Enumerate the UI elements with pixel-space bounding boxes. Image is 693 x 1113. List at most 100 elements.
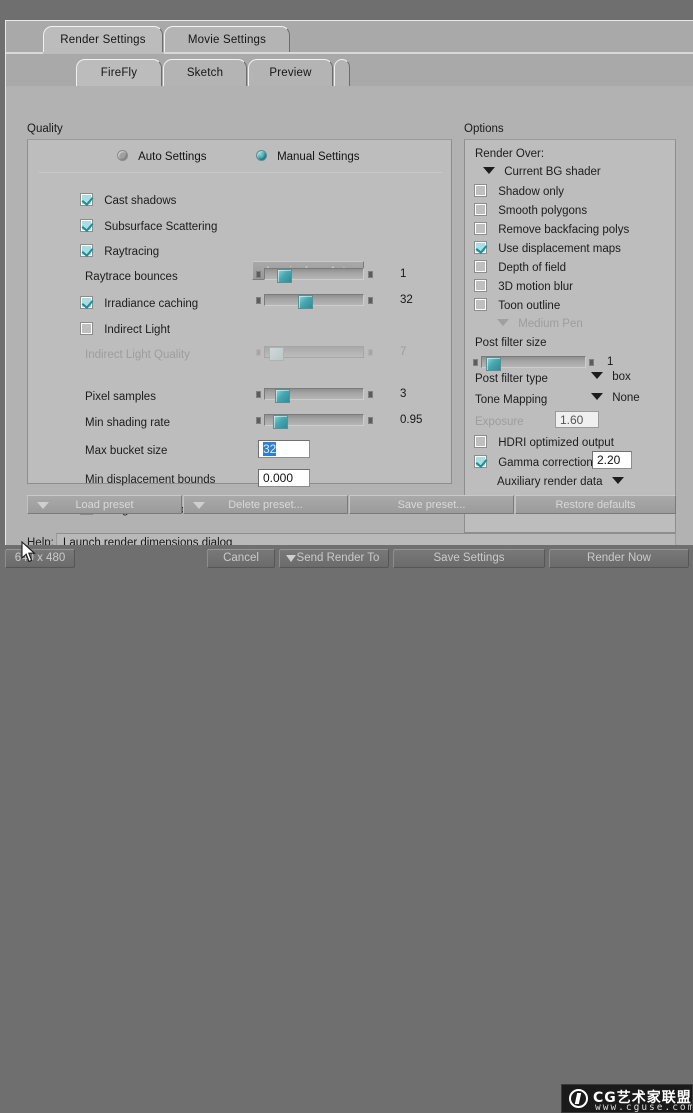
radio-manual-settings-dot xyxy=(256,150,267,161)
checkbox-depth-of-field[interactable]: Depth of field xyxy=(474,260,566,274)
min-shading-rate-slider[interactable] xyxy=(256,413,386,429)
save-settings-button[interactable]: Save Settings xyxy=(393,549,545,568)
checkbox-shadow-only[interactable]: Shadow only xyxy=(474,184,565,198)
render-dimensions-button[interactable]: 640 x 480 xyxy=(5,549,75,568)
render-now-button[interactable]: Render Now xyxy=(549,549,689,568)
post-filter-size-slider[interactable] xyxy=(473,355,603,371)
tone-mapping-label: Tone Mapping xyxy=(475,394,548,406)
irradiance-caching-slider[interactable] xyxy=(256,293,386,309)
post-filter-type-value: box xyxy=(612,371,631,383)
save-preset-button[interactable]: Save preset... xyxy=(349,495,514,514)
motion-blur-checkbox-box xyxy=(474,279,487,292)
checkbox-smooth-polygons[interactable]: Smooth polygons xyxy=(474,203,587,217)
slider-track[interactable] xyxy=(264,414,364,429)
radio-auto-settings-dot xyxy=(117,150,128,161)
slider-right-marker xyxy=(368,391,373,398)
outer-tabbar: Render Settings Movie Settings xyxy=(6,21,693,54)
chevron-down-icon xyxy=(611,477,624,484)
raytracing-checkbox-box xyxy=(80,244,93,257)
chevron-down-icon xyxy=(483,167,495,174)
tab-preview[interactable]: Preview xyxy=(248,59,333,86)
cancel-button[interactable]: Cancel xyxy=(207,549,275,568)
slider-track[interactable] xyxy=(264,388,364,403)
checkbox-toon-outline[interactable]: Toon outline xyxy=(474,298,560,312)
exposure-input: 1.60 xyxy=(555,411,599,428)
checkbox-use-displacement-maps[interactable]: Use displacement maps xyxy=(474,241,621,255)
remove-backfacing-polys-label: Remove backfacing polys xyxy=(498,224,630,236)
indirect-light-quality-label: Indirect Light Quality xyxy=(85,349,190,361)
slider-right-marker xyxy=(368,349,373,356)
chevron-down-icon xyxy=(591,393,603,400)
smooth-polygons-checkbox-box xyxy=(474,203,487,216)
slider-track[interactable] xyxy=(481,356,586,371)
max-bucket-size-input[interactable]: 32 xyxy=(258,440,310,458)
slider-thumb[interactable] xyxy=(298,295,313,309)
pixel-samples-label: Pixel samples xyxy=(85,391,156,403)
checkbox-remove-backfacing-polys[interactable]: Remove backfacing polys xyxy=(474,222,630,236)
checkbox-indirect-light[interactable]: Indirect Light xyxy=(80,322,170,336)
render-over-dropdown[interactable]: Current BG shader xyxy=(483,166,601,178)
checkbox-3d-motion-blur[interactable]: 3D motion blur xyxy=(474,279,573,293)
depth-of-field-label: Depth of field xyxy=(498,262,566,274)
cast-shadows-checkbox-box xyxy=(80,193,93,206)
tab-render-settings[interactable]: Render Settings xyxy=(43,26,163,53)
delete-preset-label: Delete preset... xyxy=(228,499,303,511)
slider-right-marker xyxy=(589,359,594,366)
checkbox-hdri-optimized-output[interactable]: HDRI optimized output xyxy=(474,435,614,449)
checkbox-irradiance-caching[interactable]: Irradiance caching xyxy=(80,296,198,310)
options-panel: Render Over: Current BG shader Shadow on… xyxy=(464,139,676,533)
checkbox-raytracing[interactable]: Raytracing xyxy=(80,244,159,258)
tab-sketch[interactable]: Sketch xyxy=(163,59,247,86)
indirect-light-quality-slider xyxy=(256,345,386,361)
chevron-down-icon xyxy=(497,319,509,326)
exposure-label: Exposure xyxy=(475,416,524,428)
min-displacement-bounds-input[interactable]: 0.000 xyxy=(258,469,310,487)
tab-firefly[interactable]: FireFly xyxy=(76,59,162,86)
slider-thumb[interactable] xyxy=(273,415,288,429)
checkbox-subsurface-scattering[interactable]: Subsurface Scattering xyxy=(80,219,217,233)
auxiliary-render-data-dropdown[interactable]: Auxiliary render data xyxy=(497,476,624,488)
raytrace-bounces-label: Raytrace bounces xyxy=(85,271,178,283)
gamma-correction-label: Gamma correction xyxy=(498,457,593,469)
slider-right-marker xyxy=(368,417,373,424)
chevron-down-icon xyxy=(591,372,603,379)
post-filter-size-label: Post filter size xyxy=(475,337,547,349)
hdri-optimized-checkbox-box xyxy=(474,435,487,448)
post-filter-size-value: 1 xyxy=(607,356,614,368)
quality-panel: Auto Settings Manual Settings Acquire fr… xyxy=(27,139,452,516)
radio-auto-settings[interactable]: Auto Settings xyxy=(117,150,206,163)
tone-mapping-dropdown[interactable]: None xyxy=(591,392,640,404)
tone-mapping-value: None xyxy=(612,392,640,404)
pixel-samples-slider[interactable] xyxy=(256,387,386,403)
checkbox-cast-shadows[interactable]: Cast shadows xyxy=(80,193,177,207)
slider-thumb[interactable] xyxy=(277,269,292,283)
slider-left-marker xyxy=(256,271,261,278)
delete-preset-button[interactable]: Delete preset... xyxy=(183,495,348,514)
load-preset-button[interactable]: Load preset xyxy=(27,495,182,514)
checkbox-gamma-correction[interactable]: Gamma correction xyxy=(474,455,593,469)
watermark-url: www.cguse.com xyxy=(595,1102,693,1113)
gamma-correction-value: 2.20 xyxy=(597,453,621,467)
render-over-label: Render Over: xyxy=(475,148,545,160)
watermark-logo-icon xyxy=(569,1089,588,1108)
shadow-only-label: Shadow only xyxy=(498,186,565,198)
tab-overflow[interactable] xyxy=(334,59,350,86)
gamma-correction-input[interactable]: 2.20 xyxy=(592,451,632,469)
slider-track[interactable] xyxy=(264,294,364,309)
send-render-to-button[interactable]: Send Render To xyxy=(279,549,389,568)
slider-track[interactable] xyxy=(264,268,364,283)
radio-manual-settings[interactable]: Manual Settings xyxy=(256,150,360,163)
slider-thumb[interactable] xyxy=(486,357,501,371)
tab-movie-settings[interactable]: Movie Settings xyxy=(164,26,290,53)
cast-shadows-label: Cast shadows xyxy=(104,195,177,207)
slider-track xyxy=(264,346,364,361)
toon-pen-value: Medium Pen xyxy=(518,318,583,330)
raytrace-bounces-slider[interactable] xyxy=(256,267,386,283)
quality-divider xyxy=(39,172,442,173)
slider-left-marker xyxy=(256,417,261,424)
restore-defaults-button[interactable]: Restore defaults xyxy=(515,495,676,514)
post-filter-type-dropdown[interactable]: box xyxy=(591,371,631,383)
slider-thumb[interactable] xyxy=(275,389,290,403)
render-over-value: Current BG shader xyxy=(504,166,601,178)
toon-outline-checkbox-box xyxy=(474,298,487,311)
